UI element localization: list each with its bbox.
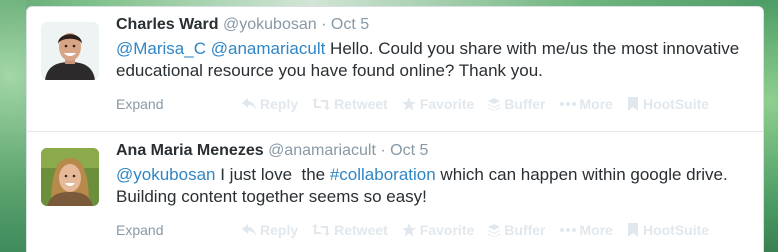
star-icon [401, 97, 416, 111]
reply-button[interactable]: Reply [242, 95, 298, 113]
tweet-timestamp[interactable]: Oct 5 [390, 142, 428, 159]
retweet-icon [312, 224, 331, 236]
buffer-label: Buffer [504, 222, 546, 238]
hootsuite-label: HootSuite [642, 96, 710, 112]
more-button[interactable]: More [559, 221, 613, 239]
tweet-footer: Expand Reply Retweet Favorite Buffer Mor… [116, 221, 756, 239]
tweet-content: Ana Maria Menezes @anamariacult · Oct 5 … [116, 140, 747, 208]
tweet-header: Ana Maria Menezes @anamariacult · Oct 5 [116, 140, 747, 162]
avatar-charles-ward[interactable] [41, 22, 99, 80]
more-dots-icon [559, 228, 576, 232]
tweet-ana-maria-menezes[interactable]: Ana Maria Menezes @anamariacult · Oct 5 … [27, 131, 763, 252]
tweet-text: @Marisa_C @anamariacult Hello. Could you… [116, 38, 747, 82]
background-left [0, 0, 26, 252]
more-label: More [579, 222, 613, 238]
more-button[interactable]: More [559, 95, 613, 113]
hootsuite-button[interactable]: HootSuite [627, 95, 709, 113]
favorite-label: Favorite [419, 222, 475, 238]
tweet-separator: · [380, 142, 386, 159]
favorite-label: Favorite [419, 96, 475, 112]
tweet-timestamp[interactable]: Oct 5 [331, 16, 369, 33]
avatar-ana-maria-menezes[interactable] [41, 148, 99, 206]
favorite-button[interactable]: Favorite [401, 221, 475, 239]
mention-link[interactable]: @Marisa_C [116, 39, 206, 58]
mention-link[interactable]: @anamariacult [211, 39, 326, 58]
buffer-icon [488, 97, 501, 111]
tweet-username[interactable]: @anamariacult [268, 142, 376, 159]
retweet-label: Retweet [334, 96, 388, 112]
tweet-text: @yokubosan I just love the #collaboratio… [116, 164, 747, 208]
reply-label: Reply [260, 96, 299, 112]
buffer-icon [488, 223, 501, 237]
more-label: More [579, 96, 613, 112]
tweet-fullname[interactable]: Ana Maria Menezes [116, 142, 264, 159]
tweet-content: Charles Ward @yokubosan · Oct 5 @Marisa_… [116, 14, 747, 82]
tweet-actions: Reply Retweet Favorite Buffer More HootS… [242, 95, 709, 113]
tweet-footer: Expand Reply Retweet Favorite Buffer Mor… [116, 95, 756, 113]
buffer-label: Buffer [504, 96, 546, 112]
reply-label: Reply [260, 222, 299, 238]
star-icon [401, 223, 416, 237]
favorite-button[interactable]: Favorite [401, 95, 475, 113]
reply-button[interactable]: Reply [242, 221, 298, 239]
tweet-separator: · [321, 16, 327, 33]
buffer-button[interactable]: Buffer [488, 95, 546, 113]
tweet-actions: Reply Retweet Favorite Buffer More HootS… [242, 221, 709, 239]
hootsuite-icon [627, 223, 638, 237]
retweet-button[interactable]: Retweet [312, 221, 388, 239]
tweet-timeline: Charles Ward @yokubosan · Oct 5 @Marisa_… [26, 6, 764, 252]
tweet-username[interactable]: @yokubosan [223, 16, 317, 33]
more-dots-icon [559, 102, 576, 106]
tweet-header: Charles Ward @yokubosan · Oct 5 [116, 14, 747, 36]
retweet-icon [312, 98, 331, 110]
expand-link[interactable]: Expand [116, 221, 163, 239]
tweet-text-segment: I just love the [215, 165, 330, 184]
buffer-button[interactable]: Buffer [488, 221, 546, 239]
mention-link[interactable]: @yokubosan [116, 165, 216, 184]
retweet-label: Retweet [334, 222, 388, 238]
retweet-button[interactable]: Retweet [312, 95, 388, 113]
reply-icon [242, 224, 256, 236]
hootsuite-label: HootSuite [642, 222, 710, 238]
tweet-charles-ward[interactable]: Charles Ward @yokubosan · Oct 5 @Marisa_… [27, 7, 763, 132]
hootsuite-icon [627, 97, 638, 111]
expand-link[interactable]: Expand [116, 95, 163, 113]
hootsuite-button[interactable]: HootSuite [627, 221, 709, 239]
reply-icon [242, 98, 256, 110]
hashtag-link[interactable]: #collaboration [330, 165, 436, 184]
tweet-fullname[interactable]: Charles Ward [116, 16, 219, 33]
